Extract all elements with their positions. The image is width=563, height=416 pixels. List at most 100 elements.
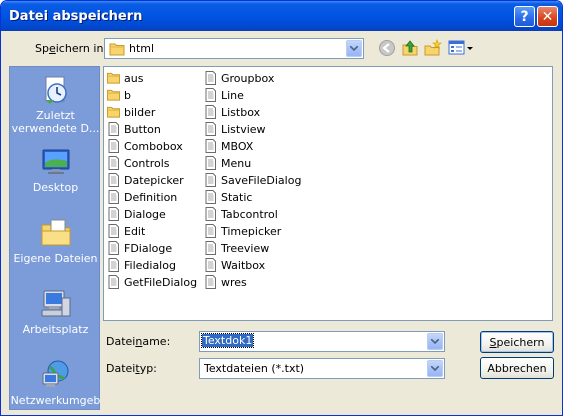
list-item-label: SaveFileDialog (221, 173, 302, 187)
save-button[interactable]: Speichern (480, 331, 554, 353)
place-desktop[interactable]: Desktop (10, 146, 101, 194)
list-item[interactable]: b (107, 87, 131, 103)
place-my-documents[interactable]: Eigene Dateien (10, 217, 101, 265)
list-item-label: Button (124, 122, 161, 136)
list-item[interactable]: Line (204, 87, 244, 103)
text-file-icon (108, 190, 119, 204)
place-my-computer[interactable]: Arbeitsplatz (10, 288, 101, 336)
list-item-label: Controls (124, 156, 170, 170)
back-icon[interactable] (378, 39, 396, 57)
text-file-icon (205, 105, 216, 119)
my-documents-icon (41, 219, 70, 246)
text-file-icon (108, 275, 119, 289)
list-item[interactable]: Button (107, 121, 161, 137)
filename-dropdown-button[interactable] (427, 333, 443, 350)
filename-label-post: ame: (142, 335, 171, 348)
text-file-icon (205, 275, 216, 289)
title-bar[interactable]: Datei abspeichern ? ✕ (1, 1, 562, 31)
list-item-label: Filedialog (124, 258, 176, 272)
list-item-label: Datepicker (124, 173, 184, 187)
folder-icon (107, 72, 120, 84)
text-file-icon (108, 139, 119, 153)
list-item[interactable]: Combobox (107, 138, 183, 154)
text-file-icon (108, 224, 119, 238)
save-file-dialog: Datei abspeichern ? ✕ Speichern in: html (0, 0, 563, 416)
close-button[interactable]: ✕ (537, 6, 558, 27)
list-item-label: Timepicker (221, 224, 282, 238)
window-title: Datei abspeichern (9, 9, 143, 24)
list-item-label: GetFileDialog (124, 275, 198, 289)
place-my-computer-label: Arbeitsplatz (22, 323, 89, 336)
cancel-button-label: Abbrechen (487, 361, 547, 375)
filename-combobox[interactable]: Textdok1 (199, 331, 445, 352)
list-item-label: aus (124, 71, 144, 85)
list-item[interactable]: Dialoge (107, 206, 166, 222)
filename-input[interactable]: Textdok1 (200, 333, 255, 348)
list-item[interactable]: Datepicker (107, 172, 184, 188)
place-recent-label: Zuletzt verwendete D... (11, 109, 100, 135)
list-item-label: Groupbox (221, 71, 275, 85)
text-file-icon (108, 258, 119, 272)
list-item[interactable]: Filedialog (107, 257, 176, 273)
text-file-icon (205, 224, 216, 238)
list-item[interactable]: Menu (204, 155, 251, 171)
list-item-label: bilder (124, 105, 156, 119)
filetype-combobox[interactable]: Textdateien (*.txt) (199, 358, 445, 379)
help-button[interactable]: ? (514, 6, 535, 27)
text-file-icon (205, 156, 216, 170)
list-item-label: Waitbox (221, 258, 266, 272)
file-list[interactable]: aus b bilder Button Combobox Controls Datepick… (103, 66, 553, 321)
cancel-button[interactable]: Abbrechen (480, 357, 554, 379)
place-network-label: Netzwerkumgeb (10, 394, 101, 407)
list-item[interactable]: Waitbox (204, 257, 265, 273)
list-item[interactable]: Static (204, 189, 252, 205)
up-folder-icon[interactable] (401, 39, 419, 57)
list-item-label: wres (221, 275, 247, 289)
new-folder-icon[interactable] (424, 39, 442, 57)
close-icon: ✕ (541, 8, 554, 25)
list-item[interactable]: wres (204, 274, 247, 290)
filetype-label-post: yp: (139, 362, 157, 375)
filename-label-pre: Datei (106, 335, 136, 348)
list-item[interactable]: Controls (107, 155, 170, 171)
save-in-label-post: ichern in: (55, 42, 108, 55)
text-file-icon (205, 88, 216, 102)
save-in-value: html (129, 42, 155, 55)
list-item[interactable]: aus (107, 70, 143, 86)
filetype-dropdown-button[interactable] (427, 360, 443, 377)
list-item[interactable]: Timepicker (204, 223, 281, 239)
text-file-icon (205, 122, 216, 136)
list-item[interactable]: Treeview (204, 240, 269, 256)
place-network[interactable]: Netzwerkumgeb (10, 359, 101, 407)
place-recent[interactable]: Zuletzt verwendete D... (10, 74, 101, 135)
text-file-icon (205, 258, 216, 272)
list-item[interactable]: Edit (107, 223, 145, 239)
view-menu-icon[interactable] (448, 39, 474, 57)
list-item[interactable]: MBOX (204, 138, 253, 154)
list-item-label: Edit (124, 224, 146, 238)
save-in-combobox[interactable]: html (104, 38, 364, 59)
network-icon (42, 360, 68, 387)
place-desktop-label: Desktop (32, 181, 79, 194)
text-file-icon (205, 139, 216, 153)
filetype-label: Dateityp: (106, 362, 157, 375)
list-item[interactable]: Definition (107, 189, 177, 205)
list-item-label: Static (221, 190, 253, 204)
list-item[interactable]: Listview (204, 121, 266, 137)
list-item[interactable]: FDialoge (107, 240, 172, 256)
list-item-label: Treeview (221, 241, 270, 255)
list-item[interactable]: bilder (107, 104, 155, 120)
save-in-label-pre: Sp (35, 42, 49, 55)
list-item[interactable]: Listbox (204, 104, 260, 120)
list-item[interactable]: Groupbox (204, 70, 274, 86)
filetype-label-pre: Datei (106, 362, 136, 375)
text-file-icon (205, 173, 216, 187)
list-item-label: Listbox (221, 105, 261, 119)
list-item-label: FDialoge (124, 241, 173, 255)
list-item[interactable]: Tabcontrol (204, 206, 278, 222)
list-item[interactable]: SaveFileDialog (204, 172, 301, 188)
save-in-dropdown-button[interactable] (346, 40, 362, 57)
places-bar: Zuletzt verwendete D... Desktop Eigene D… (9, 66, 100, 410)
list-item[interactable]: GetFileDialog (107, 274, 197, 290)
list-item-label: Definition (124, 190, 178, 204)
